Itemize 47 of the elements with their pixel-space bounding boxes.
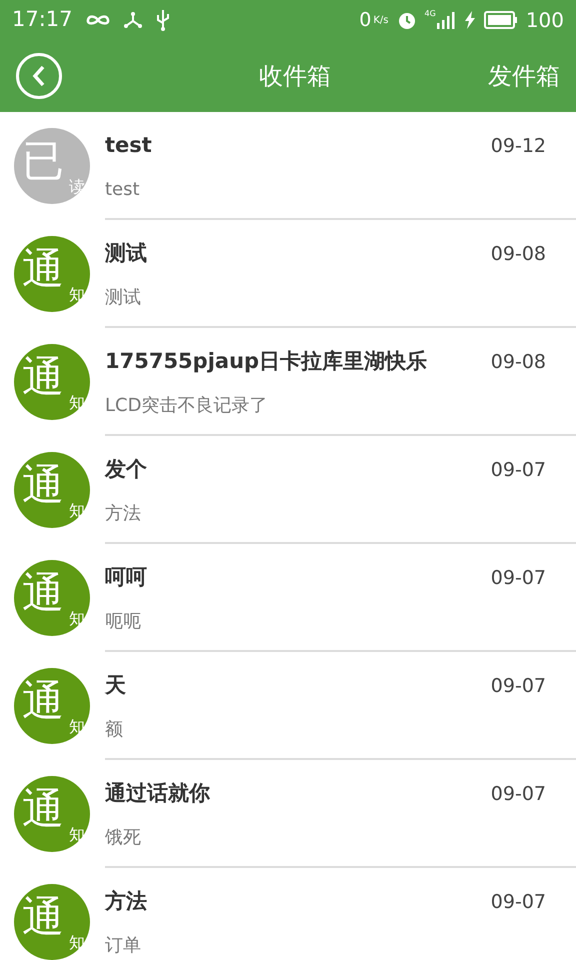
message-preview: 方法 (105, 502, 142, 526)
avatar-character: 通 (22, 462, 64, 508)
avatar-character: 通 (22, 246, 64, 292)
speed-unit: K/s (373, 14, 389, 28)
message-date: 09-08 (490, 350, 546, 374)
charging-icon (464, 10, 476, 30)
avatar-character: 通 (22, 894, 64, 940)
back-button[interactable] (16, 53, 62, 99)
message-title: 天 (105, 672, 127, 699)
message-date: 09-07 (490, 674, 546, 698)
avatar-character: 已 (22, 138, 64, 184)
back-icon (31, 65, 47, 87)
avatar-character: 通 (22, 354, 64, 400)
message-preview: 饿死 (105, 826, 142, 850)
message-preview: test (105, 178, 141, 202)
message-preview: LCD突击不良记录了 (105, 394, 268, 418)
message-preview: 呃呃 (105, 610, 142, 634)
message-title: 方法 (105, 888, 148, 915)
message-title: 发个 (105, 456, 148, 483)
battery-icon (484, 11, 518, 29)
message-title: 测试 (105, 240, 148, 267)
message-date: 09-07 (490, 782, 546, 806)
message-date: 09-12 (490, 134, 546, 158)
message-date: 09-08 (490, 242, 546, 266)
signal-icon (436, 10, 456, 30)
network-speed: 0 (359, 8, 372, 33)
message-preview: 额 (105, 718, 124, 742)
message-date: 09-07 (490, 566, 546, 590)
message-title: 175755pjaup日卡拉库里湖快乐 (105, 348, 428, 375)
status-time: 17:17 (12, 6, 73, 34)
usb-icon (154, 9, 171, 31)
battery-level: 100 (526, 7, 564, 34)
alarm-icon (396, 10, 417, 30)
avatar-character: 通 (22, 570, 64, 616)
header-title: 收件箱 (258, 61, 332, 92)
avatar-character: 通 (22, 678, 64, 724)
message-date: 09-07 (490, 458, 546, 482)
message-date: 09-07 (490, 890, 546, 914)
share-icon (122, 11, 143, 29)
message-title: 通过话就你 (105, 780, 211, 807)
network-type: 4G (424, 8, 436, 20)
message-title: test (105, 132, 153, 159)
infinity-icon (84, 13, 111, 27)
message-title: 呵呵 (105, 564, 148, 591)
avatar-character: 通 (22, 786, 64, 832)
message-preview: 测试 (105, 286, 142, 310)
message-preview: 订单 (105, 934, 142, 958)
